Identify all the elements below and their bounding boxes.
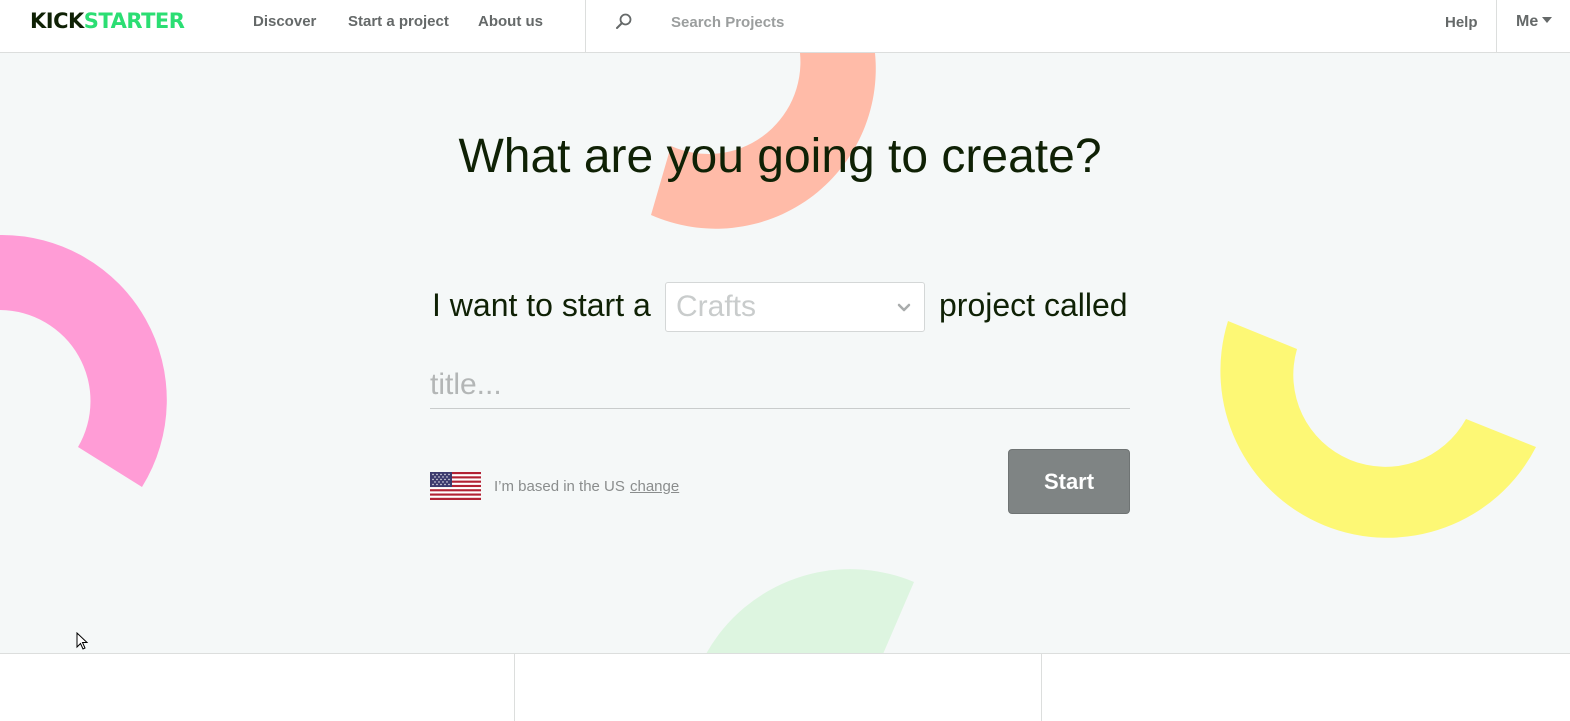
mint-arc-shape	[706, 569, 914, 653]
location-text: I’m based in the US	[494, 478, 625, 495]
search-input[interactable]	[664, 9, 964, 35]
change-location-link[interactable]: change	[630, 478, 679, 496]
nav-divider-right	[1496, 0, 1497, 53]
nav-start-project-link[interactable]: Start a project	[348, 13, 449, 31]
top-nav-bar: KICKSTARTER Discover Start a project Abo…	[0, 0, 1570, 53]
bottom-panel-right	[1043, 654, 1570, 721]
nav-about-link[interactable]: About us	[478, 13, 543, 31]
mouse-cursor-icon	[76, 632, 89, 650]
chevron-down-icon	[897, 303, 911, 312]
sentence-end-text: project called	[939, 287, 1128, 323]
logo-kick-text: KICK	[30, 9, 84, 33]
caret-down-icon	[1542, 17, 1553, 23]
logo-starter-text: STARTER	[83, 9, 185, 33]
bottom-panel-left	[0, 654, 515, 721]
sentence-start-text: I want to start a	[432, 287, 651, 323]
us-flag-icon	[430, 472, 481, 500]
hero-section: What are you going to create? I want to …	[0, 53, 1570, 654]
project-title-input[interactable]	[430, 361, 1130, 409]
kickstarter-logo[interactable]: KICKSTARTER	[30, 9, 185, 33]
category-selected-value: Crafts	[676, 290, 757, 323]
search-icon[interactable]	[614, 12, 634, 32]
yellow-arc-shape	[1220, 321, 1536, 538]
help-link[interactable]: Help	[1445, 14, 1478, 32]
bottom-panel-middle	[516, 654, 1042, 721]
pink-arc-shape	[0, 234, 167, 487]
me-label: Me	[1516, 13, 1539, 30]
me-menu-button[interactable]: Me	[1516, 13, 1553, 31]
page-title: What are you going to create?	[458, 130, 1102, 183]
nav-divider	[585, 0, 586, 53]
nav-discover-link[interactable]: Discover	[253, 13, 316, 31]
start-button[interactable]: Start	[1008, 449, 1130, 514]
category-select[interactable]: Crafts	[665, 282, 925, 332]
